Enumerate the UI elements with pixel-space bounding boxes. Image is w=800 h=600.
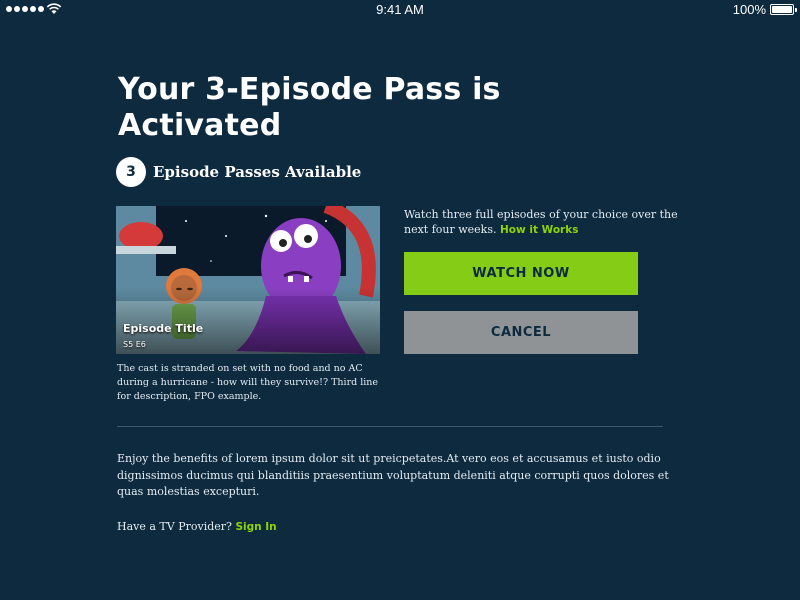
cancel-button[interactable]: CANCEL: [404, 311, 638, 354]
battery-icon: [770, 4, 797, 15]
benefits-text: Enjoy the benefits of lorem ipsum dolor …: [117, 452, 669, 498]
battery-percentage: 100%: [732, 2, 766, 17]
page-title: Your 3-Episode Pass is Activated: [118, 72, 501, 143]
sign-in-link[interactable]: Sign In: [235, 521, 276, 533]
passes-available-row: 3 Episode Passes Available: [116, 157, 361, 187]
episode-description: The cast is stranded on set with no food…: [117, 363, 379, 402]
episode-thumbnail[interactable]: Episode Title S5 E6: [116, 206, 380, 354]
divider: [117, 426, 663, 427]
episode-title: Episode Title: [123, 322, 204, 335]
episode-number: S5 E6: [123, 340, 146, 349]
watch-now-button[interactable]: WATCH NOW: [404, 252, 638, 295]
tv-provider-prompt: Have a TV Provider?: [117, 520, 232, 533]
pass-count-badge: 3: [116, 157, 146, 187]
pass-count-label: Episode Passes Available: [153, 163, 362, 181]
status-time: 9:41 AM: [376, 2, 424, 17]
offer-description: Watch three full episodes of your choice…: [404, 207, 694, 238]
how-it-works-link[interactable]: How it Works: [500, 224, 578, 236]
status-bar: 9:41 AM 100%: [0, 0, 800, 20]
tv-provider-row: Have a TV Provider? Sign In: [117, 520, 277, 533]
